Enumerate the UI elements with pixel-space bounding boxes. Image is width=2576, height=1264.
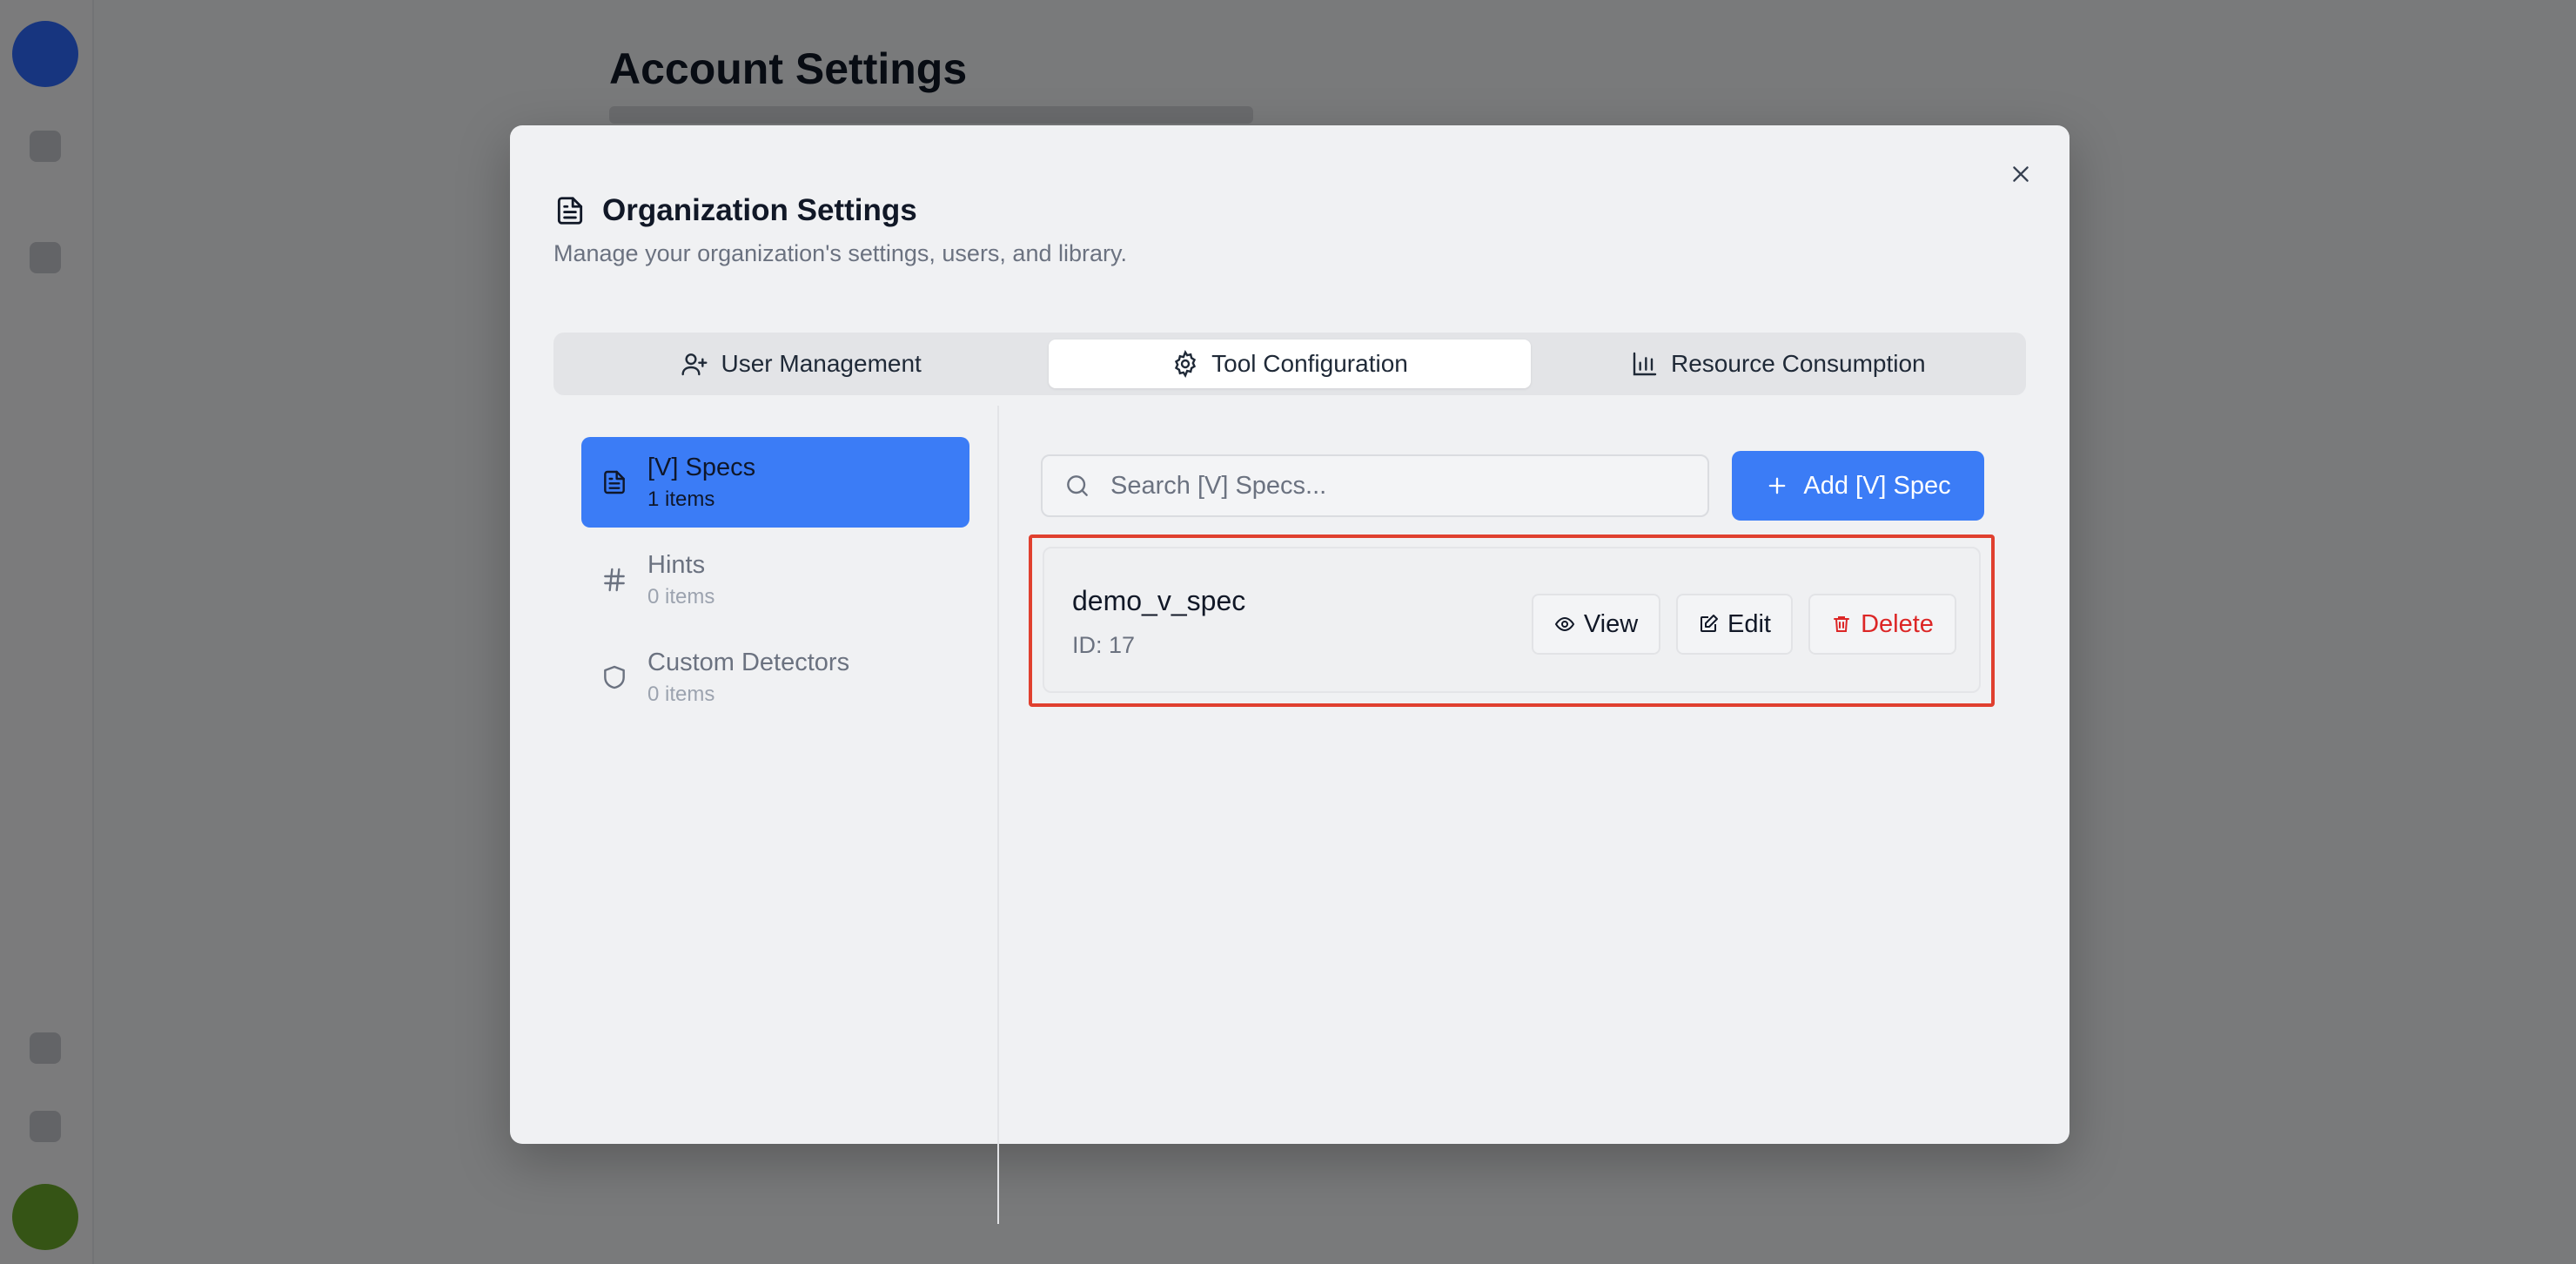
spec-id: ID: 17 [1072,632,1136,658]
panel-divider [997,406,999,1224]
edit-label: Edit [1727,609,1771,638]
close-button[interactable] [2002,155,2040,193]
tab-label: Tool Configuration [1211,350,1408,377]
view-button[interactable]: View [1532,594,1660,655]
sidebar-item-count: 0 items [647,584,715,608]
sidebar-item-label: Hints [647,550,706,579]
gear-icon [1175,350,1197,378]
sidebar-item-count: 0 items [647,682,715,706]
config-sidebar: [V] Specs 1 items Hints 0 items Custom D… [581,437,969,729]
search-box[interactable] [1041,454,1709,517]
close-icon [2013,166,2029,182]
bar-chart-icon [1633,352,1657,376]
tab-resource-consumption[interactable]: Resource Consumption [1538,340,2019,388]
view-label: View [1583,609,1639,638]
sidebar-item-hints[interactable]: Hints 0 items [581,535,969,625]
hash-icon [604,568,625,592]
sidebar-item-v-specs[interactable]: [V] Specs 1 items [581,437,969,528]
tab-label: Resource Consumption [1671,350,1926,377]
sidebar-item-custom-detectors[interactable]: Custom Detectors 0 items [581,632,969,723]
eye-icon [1554,616,1574,632]
search-input[interactable] [1110,471,1707,501]
add-v-spec-button[interactable]: Add [V] Spec [1732,451,1984,521]
delete-label: Delete [1861,609,1934,638]
dialog-subtitle: Manage your organization's settings, use… [553,240,1127,266]
edit-button[interactable]: Edit [1676,594,1793,655]
search-icon [1067,475,1088,496]
dialog-title: Organization Settings [602,193,917,227]
sidebar-item-label: Custom Detectors [647,648,850,676]
organization-settings-dialog: Organization Settings Manage your organi… [510,125,2070,1224]
add-v-spec-label: Add [V] Spec [1803,471,1951,500]
trash-icon [1834,616,1850,632]
document-icon [557,197,583,225]
user-plus-icon [681,353,708,376]
sidebar-item-label: [V] Specs [647,453,756,481]
document-icon [604,470,625,494]
tab-label: User Management [721,350,922,377]
spec-name: demo_v_spec [1072,585,1246,616]
dialog-header: Organization Settings Manage your organi… [553,193,2026,267]
plus-icon [1769,477,1786,494]
shield-icon [604,665,625,689]
settings-tabs: User Management Tool Configuration Resou… [553,333,2026,395]
sidebar-item-count: 1 items [647,487,715,511]
delete-button[interactable]: Delete [1808,594,1956,655]
spec-card: demo_v_spec ID: 17 View Edit Delete [1043,547,1981,693]
tab-tool-configuration[interactable]: Tool Configuration [1049,340,1531,388]
edit-icon [1701,615,1718,632]
tab-user-management[interactable]: User Management [560,340,1042,388]
